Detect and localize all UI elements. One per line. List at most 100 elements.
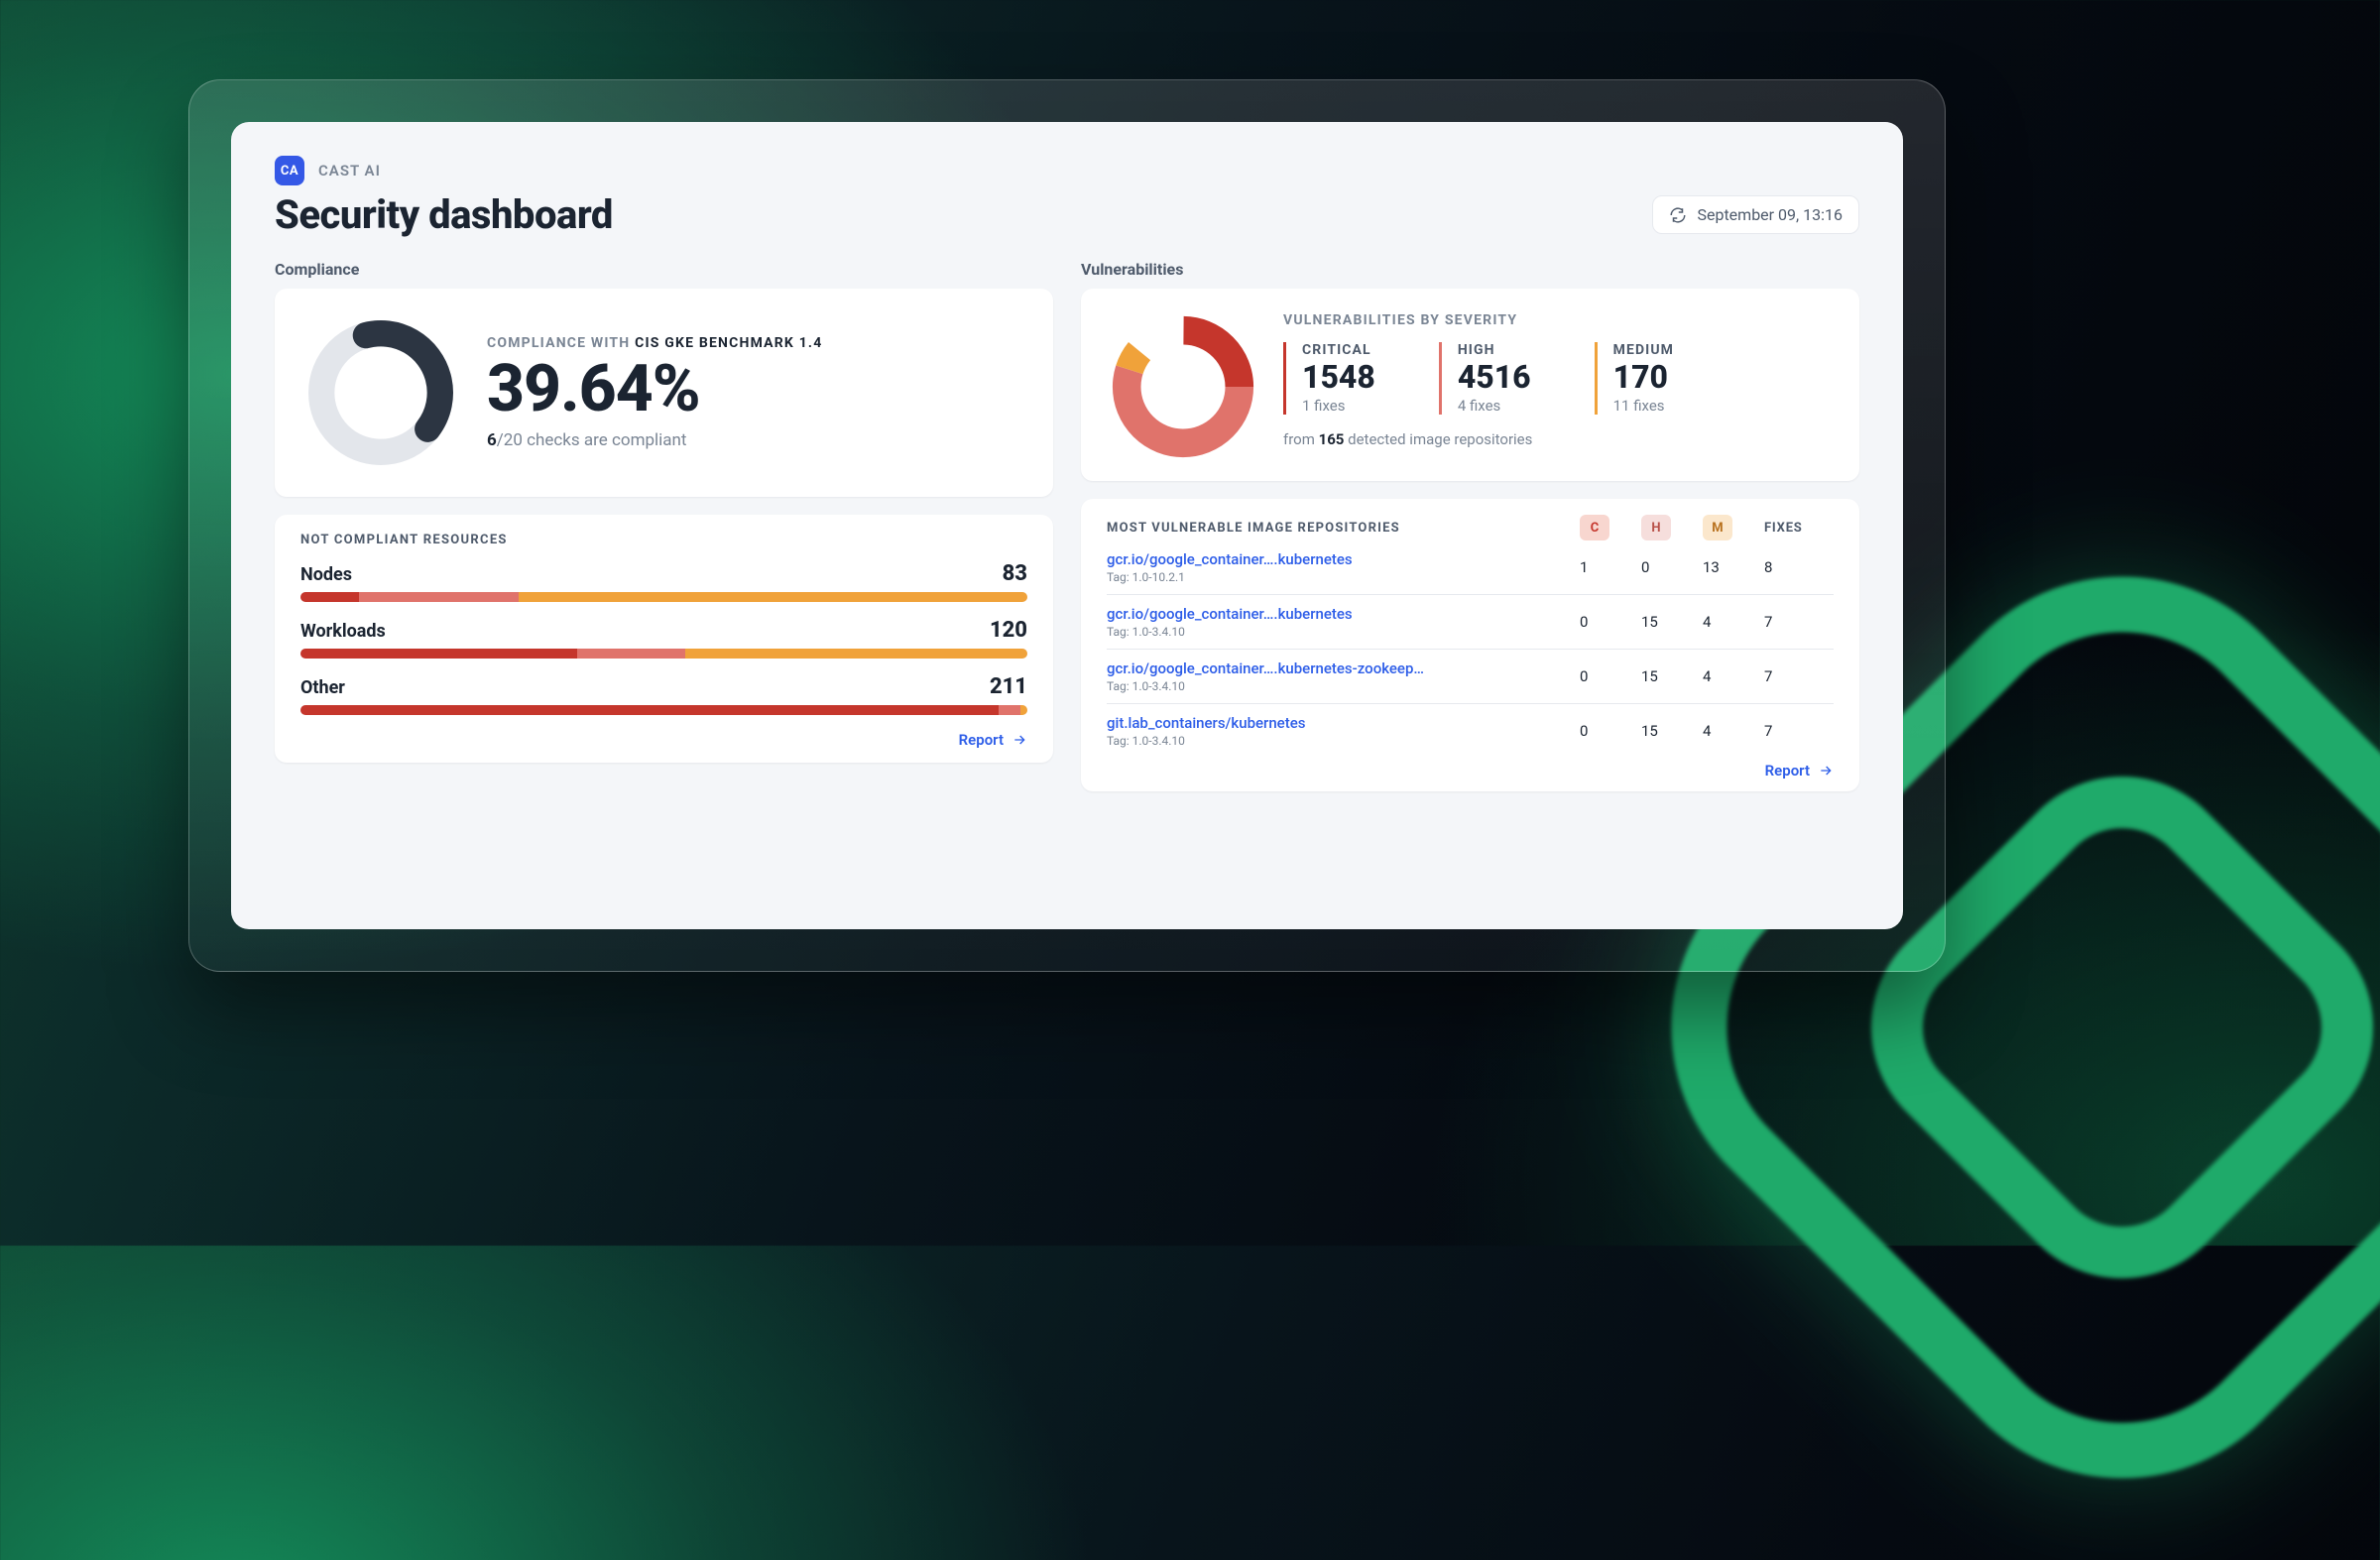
severity-high-label: HIGH (1458, 342, 1531, 358)
vuln-footer-count: 165 (1319, 430, 1345, 448)
severity-critical-fixes: 1 fixes (1302, 397, 1375, 415)
refresh-button[interactable]: September 09, 13:16 (1652, 195, 1859, 234)
vulnerabilities-section-label: Vulnerabilities (1081, 260, 1859, 279)
not-compliant-row[interactable]: Nodes 83 (300, 561, 1027, 602)
repo-fixes-count: 7 (1764, 667, 1834, 685)
vulnerabilities-column: Vulnerabilities VULNERABILITIES BY SEVER… (1081, 258, 1859, 791)
repo-medium-count: 4 (1703, 613, 1756, 631)
not-compliant-count: 83 (1003, 561, 1027, 586)
column-fixes: FIXES (1764, 521, 1824, 536)
not-compliant-bar (300, 592, 1027, 602)
severity-high: HIGH 4516 4 fixes (1439, 342, 1559, 415)
not-compliant-row[interactable]: Workloads 120 (300, 618, 1027, 659)
not-compliant-row[interactable]: Other 211 (300, 674, 1027, 715)
repo-table-row[interactable]: git.lab_containers/kubernetes Tag: 1.0-3.… (1107, 703, 1834, 758)
repo-tag: Tag: 1.0-3.4.10 (1107, 734, 1572, 748)
severity-stats-row: CRITICAL 1548 1 fixes HIGH 4516 4 fixes … (1283, 342, 1832, 415)
title-bar: Security dashboard September 09, 13:16 (275, 191, 1859, 238)
vulnerabilities-report-label: Report (1765, 762, 1810, 780)
compliance-overline-prefix: COMPLIANCE WITH (487, 335, 635, 351)
compliance-overline-strong: CIS GKE BENCHMARK 1.4 (635, 335, 822, 351)
refresh-icon (1669, 206, 1687, 224)
severity-medium-value: 170 (1613, 360, 1674, 395)
repo-tag: Tag: 1.0-3.4.10 (1107, 679, 1572, 693)
not-compliant-count: 120 (990, 618, 1027, 643)
not-compliant-name: Workloads (300, 621, 386, 642)
severity-critical-value: 1548 (1302, 360, 1375, 395)
not-compliant-name: Nodes (300, 564, 352, 585)
compliance-percent: 39.64% (487, 355, 1025, 423)
compliance-summary-body: COMPLIANCE WITH CIS GKE BENCHMARK 1.4 39… (487, 335, 1025, 449)
severity-medium-fixes: 11 fixes (1613, 397, 1674, 415)
repo-high-count: 0 (1641, 558, 1695, 576)
repo-fixes-count: 8 (1764, 558, 1834, 576)
repo-table-row[interactable]: gcr.io/google_container….kubernetes Tag: … (1107, 540, 1834, 594)
severity-high-value: 4516 (1458, 360, 1531, 395)
repo-tag: Tag: 1.0-10.2.1 (1107, 570, 1572, 584)
vulnerabilities-summary-card: VULNERABILITIES BY SEVERITY CRITICAL 154… (1081, 289, 1859, 481)
compliance-section-label: Compliance (275, 260, 1053, 279)
repo-medium-count: 4 (1703, 722, 1756, 740)
repo-name: gcr.io/google_container….kubernetes (1107, 605, 1572, 623)
badge-medium: M (1703, 515, 1732, 540)
severity-high-fixes: 4 fixes (1458, 397, 1531, 415)
not-compliant-count: 211 (990, 674, 1027, 699)
repo-table-row[interactable]: gcr.io/google_container….kubernetes-zook… (1107, 649, 1834, 703)
repo-tag: Tag: 1.0-3.4.10 (1107, 625, 1572, 639)
app-window: CA CAST AI Security dashboard September … (188, 79, 1946, 972)
repo-table-row[interactable]: gcr.io/google_container….kubernetes Tag: … (1107, 594, 1834, 649)
not-compliant-title: NOT COMPLIANT RESOURCES (300, 533, 1027, 547)
arrow-right-icon (1012, 732, 1027, 748)
compliance-checks-total: /20 (497, 430, 523, 450)
vulnerabilities-summary-body: VULNERABILITIES BY SEVERITY CRITICAL 154… (1283, 312, 1832, 461)
badge-critical: C (1580, 515, 1609, 540)
repo-high-count: 15 (1641, 722, 1695, 740)
refresh-timestamp: September 09, 13:16 (1697, 205, 1843, 224)
brand-badge: CA (275, 156, 304, 185)
compliance-donut-chart (302, 314, 459, 471)
vulnerabilities-report-link[interactable]: Report (1107, 762, 1834, 780)
not-compliant-bar (300, 705, 1027, 715)
compliance-summary-card: COMPLIANCE WITH CIS GKE BENCHMARK 1.4 39… (275, 289, 1053, 497)
repo-name: gcr.io/google_container….kubernetes-zook… (1107, 660, 1572, 677)
not-compliant-card: NOT COMPLIANT RESOURCES Nodes 83 Workloads… (275, 515, 1053, 763)
vuln-footer-suffix: detected image repositories (1344, 430, 1532, 448)
repo-fixes-count: 7 (1764, 722, 1834, 740)
compliance-checks-passed: 6 (487, 430, 497, 450)
not-compliant-name: Other (300, 677, 345, 698)
compliance-report-label: Report (959, 731, 1004, 749)
badge-high: H (1641, 515, 1671, 540)
severity-medium-label: MEDIUM (1613, 342, 1674, 358)
compliance-column: Compliance COMPLIANCE WITH CIS GKE BENCH… (275, 258, 1053, 791)
repo-name: gcr.io/google_container….kubernetes (1107, 550, 1572, 568)
brand-name: CAST AI (318, 162, 381, 180)
vulnerabilities-overline: VULNERABILITIES BY SEVERITY (1283, 312, 1832, 328)
vulnerabilities-donut-chart (1109, 312, 1257, 461)
repo-medium-count: 4 (1703, 667, 1756, 685)
repo-critical-count: 0 (1580, 667, 1633, 685)
repo-critical-count: 0 (1580, 613, 1633, 631)
repo-high-count: 15 (1641, 613, 1695, 631)
repo-table-header: MOST VULNERABLE IMAGE REPOSITORIES C H M… (1107, 515, 1834, 540)
dashboard-panel: CA CAST AI Security dashboard September … (231, 122, 1903, 929)
severity-medium: MEDIUM 170 11 fixes (1595, 342, 1702, 415)
compliance-overline: COMPLIANCE WITH CIS GKE BENCHMARK 1.4 (487, 335, 1025, 351)
vulnerabilities-footer-line: from 165 detected image repositories (1283, 430, 1832, 448)
repo-critical-count: 1 (1580, 558, 1633, 576)
repo-table-title: MOST VULNERABLE IMAGE REPOSITORIES (1107, 521, 1572, 536)
brand-row: CA CAST AI (275, 156, 1859, 185)
severity-critical-label: CRITICAL (1302, 342, 1375, 358)
repo-high-count: 15 (1641, 667, 1695, 685)
arrow-right-icon (1818, 763, 1834, 779)
repo-critical-count: 0 (1580, 722, 1633, 740)
page-title: Security dashboard (275, 191, 613, 238)
compliance-checks-suffix: checks are compliant (523, 430, 687, 450)
repo-table-card: MOST VULNERABLE IMAGE REPOSITORIES C H M… (1081, 499, 1859, 791)
repo-name: git.lab_containers/kubernetes (1107, 714, 1572, 732)
columns: Compliance COMPLIANCE WITH CIS GKE BENCH… (275, 258, 1859, 791)
compliance-report-link[interactable]: Report (300, 731, 1027, 749)
compliance-checks-line: 6/20 checks are compliant (487, 430, 1025, 450)
severity-critical: CRITICAL 1548 1 fixes (1283, 342, 1403, 415)
repo-medium-count: 13 (1703, 558, 1756, 576)
vuln-footer-prefix: from (1283, 430, 1319, 448)
